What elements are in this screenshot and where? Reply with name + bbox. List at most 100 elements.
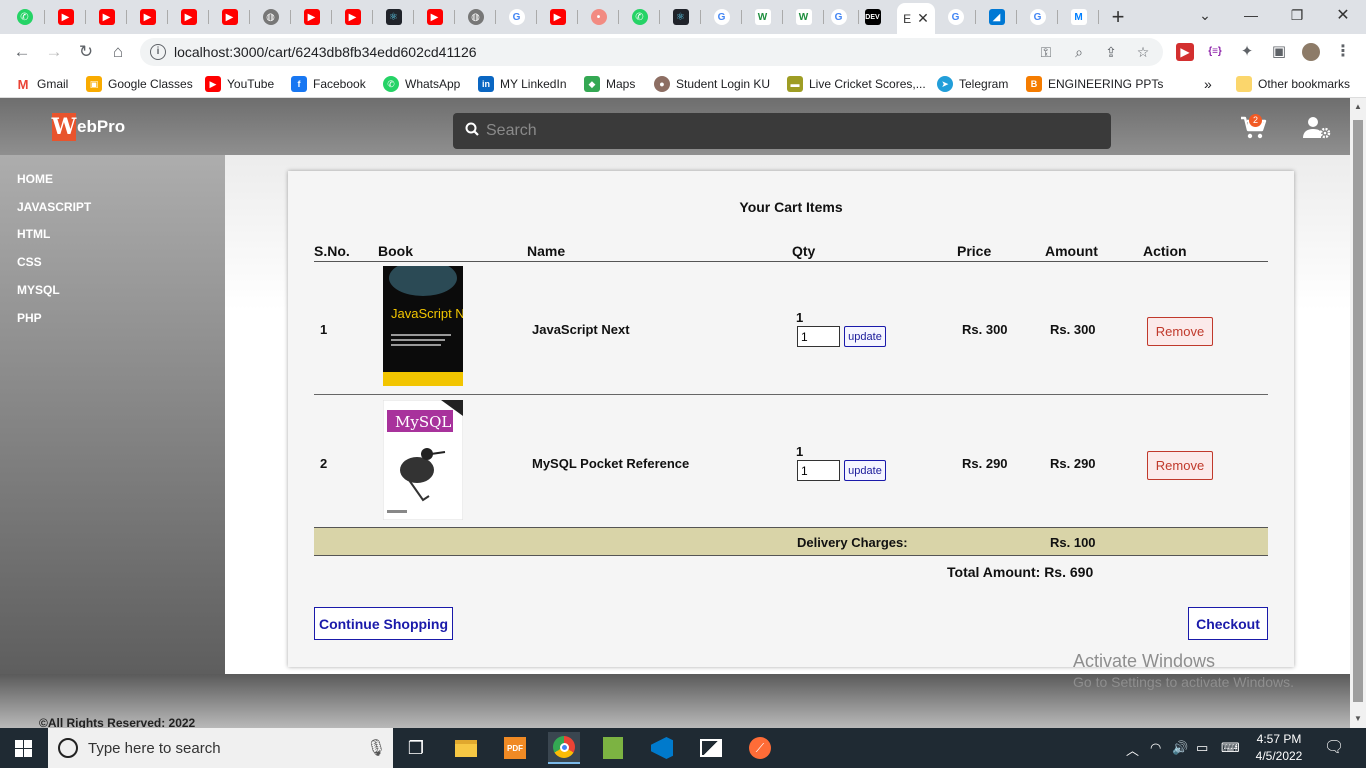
file-explorer-icon[interactable] [450, 732, 482, 764]
photos-icon[interactable] [695, 732, 727, 764]
system-clock[interactable]: 4:57 PM 4/5/2022 [1255, 731, 1303, 765]
star-icon[interactable]: ☆ [1134, 43, 1152, 61]
bookmark-engineering-ppts[interactable]: B ENGINEERING PPTs [1026, 75, 1163, 93]
bookmark-maps[interactable]: ◆ Maps [584, 75, 635, 93]
chevron-up-icon[interactable]: ︿ [1126, 740, 1139, 759]
code-extension-icon[interactable]: {≡} [1206, 43, 1224, 61]
back-button[interactable]: ← [10, 40, 34, 64]
tab-react[interactable]: ⚛ [660, 5, 701, 29]
checkout-button[interactable]: Checkout [1188, 607, 1268, 640]
menu-dots-icon[interactable]: ⋮ [1334, 43, 1352, 61]
task-view-icon[interactable]: ❐ [400, 732, 432, 764]
tab-youtube[interactable]: ▶ [332, 5, 373, 29]
tab-dev[interactable]: DEV [852, 5, 893, 29]
notepad-icon[interactable] [597, 732, 629, 764]
microphone-icon[interactable]: 🎙 [366, 738, 386, 758]
bookmark-whatsapp[interactable]: ✆ WhatsApp [383, 75, 460, 93]
page-scrollbar[interactable]: ▲ ▼ [1350, 98, 1366, 728]
side-panel-icon[interactable]: ▣ [1270, 43, 1288, 61]
bookmark-google-classes[interactable]: ▣ Google Classes [86, 75, 193, 93]
puzzle-icon[interactable]: ✦ [1238, 43, 1256, 61]
bookmark-gmail[interactable]: M Gmail [15, 75, 68, 93]
scroll-down-icon[interactable]: ▼ [1354, 714, 1362, 723]
tab-youtube[interactable]: ▶ [414, 5, 455, 29]
tab-generic[interactable]: • [578, 5, 619, 29]
update-button[interactable]: update [844, 326, 886, 347]
close-tab-icon[interactable]: ✕ [917, 10, 929, 27]
remove-button[interactable]: Remove [1147, 317, 1213, 346]
bookmark-facebook[interactable]: f Facebook [291, 75, 366, 93]
tab-google[interactable]: G [496, 5, 537, 29]
quantity-input[interactable] [797, 460, 840, 481]
volume-icon[interactable]: 🔊 [1172, 740, 1188, 756]
nav-html[interactable]: HTML [17, 227, 50, 241]
forward-button[interactable]: → [42, 40, 66, 64]
tab-youtube[interactable]: ▶ [45, 5, 86, 29]
scrollbar-thumb[interactable] [1353, 120, 1363, 702]
tab-youtube[interactable]: ▶ [291, 5, 332, 29]
vscode-icon[interactable] [646, 732, 678, 764]
postman-icon[interactable]: ⟋ [744, 732, 776, 764]
tab-whatsapp[interactable]: ✆ [619, 5, 660, 29]
tab-youtube[interactable]: ▶ [209, 5, 250, 29]
bookmark-student-login[interactable]: ● Student Login KU [654, 75, 770, 93]
tab-globe[interactable]: ◍ [250, 5, 291, 29]
scroll-up-icon[interactable]: ▲ [1354, 102, 1362, 111]
windows-start-icon[interactable] [15, 740, 32, 757]
user-settings-icon[interactable] [1303, 116, 1331, 140]
site-search-input[interactable] [486, 120, 1086, 142]
tab-google[interactable]: G [1017, 5, 1058, 29]
nav-css[interactable]: CSS [17, 255, 42, 269]
continue-shopping-button[interactable]: Continue Shopping [314, 607, 453, 640]
tab-youtube[interactable]: ▶ [168, 5, 209, 29]
tab-active[interactable]: E ✕ [897, 3, 935, 34]
tab-whatsapp[interactable]: ✆ [4, 5, 45, 29]
tab-w[interactable]: W [742, 5, 783, 29]
tab-azure[interactable]: ◢ [976, 5, 1017, 29]
share-icon[interactable]: ⇪ [1102, 43, 1120, 61]
nav-javascript[interactable]: JAVASCRIPT [17, 200, 91, 214]
address-bar[interactable]: i localhost:3000/cart/6243db8fb34edd602c… [140, 38, 1163, 66]
address-url[interactable]: localhost:3000/cart/6243db8fb34edd602cd4… [174, 44, 477, 60]
zoom-icon[interactable]: ⌕ [1070, 43, 1088, 61]
tab-mui[interactable]: M [1058, 5, 1099, 29]
extension-red-icon[interactable]: ▶ [1176, 43, 1194, 61]
tab-youtube[interactable]: ▶ [127, 5, 168, 29]
profile-avatar[interactable] [1302, 43, 1320, 61]
bookmark-youtube[interactable]: ▶ YouTube [205, 75, 274, 93]
quantity-input[interactable] [797, 326, 840, 347]
nav-php[interactable]: PHP [17, 311, 42, 325]
reload-button[interactable]: ↻ [74, 40, 98, 64]
tab-google[interactable]: G [701, 5, 742, 29]
home-button[interactable]: ⌂ [106, 40, 130, 64]
bookmark-cricket[interactable]: ▬ Live Cricket Scores,... [787, 75, 926, 93]
keyboard-icon[interactable]: ⌨ [1221, 740, 1240, 756]
wifi-icon[interactable]: ◠ [1150, 740, 1161, 756]
more-bookmarks-button[interactable]: » [1204, 75, 1212, 93]
restore-button[interactable]: ❐ [1274, 0, 1320, 30]
info-icon[interactable]: i [150, 44, 166, 60]
notifications-icon[interactable]: 🗨 [1324, 737, 1344, 757]
nav-mysql[interactable]: MYSQL [17, 283, 60, 297]
chrome-taskbar-icon[interactable] [548, 732, 580, 764]
key-icon[interactable]: ⚿ [1037, 43, 1055, 61]
tab-youtube[interactable]: ▶ [537, 5, 578, 29]
bookmark-linkedin[interactable]: in MY LinkedIn [478, 75, 567, 93]
site-logo[interactable]: W ebPro [52, 113, 125, 141]
new-tab-button[interactable]: + [1100, 4, 1136, 29]
battery-icon[interactable]: ▭ [1196, 740, 1208, 756]
pdf-app-icon[interactable]: PDF [499, 732, 531, 764]
bookmark-other[interactable]: Other bookmarks [1236, 75, 1350, 93]
tab-react[interactable]: ⚛ [373, 5, 414, 29]
tab-google[interactable]: G [935, 5, 976, 29]
tab-youtube[interactable]: ▶ [86, 5, 127, 29]
remove-button[interactable]: Remove [1147, 451, 1213, 480]
close-window-button[interactable]: ✕ [1320, 0, 1366, 30]
tab-search-button[interactable]: ⌄ [1182, 0, 1228, 30]
nav-home[interactable]: HOME [17, 172, 53, 186]
tab-globe[interactable]: ◍ [455, 5, 496, 29]
taskbar-search-box[interactable]: Type here to search 🎙 [48, 728, 393, 768]
minimize-button[interactable]: — [1228, 0, 1274, 30]
bookmark-telegram[interactable]: ➤ Telegram [937, 75, 1008, 93]
update-button[interactable]: update [844, 460, 886, 481]
